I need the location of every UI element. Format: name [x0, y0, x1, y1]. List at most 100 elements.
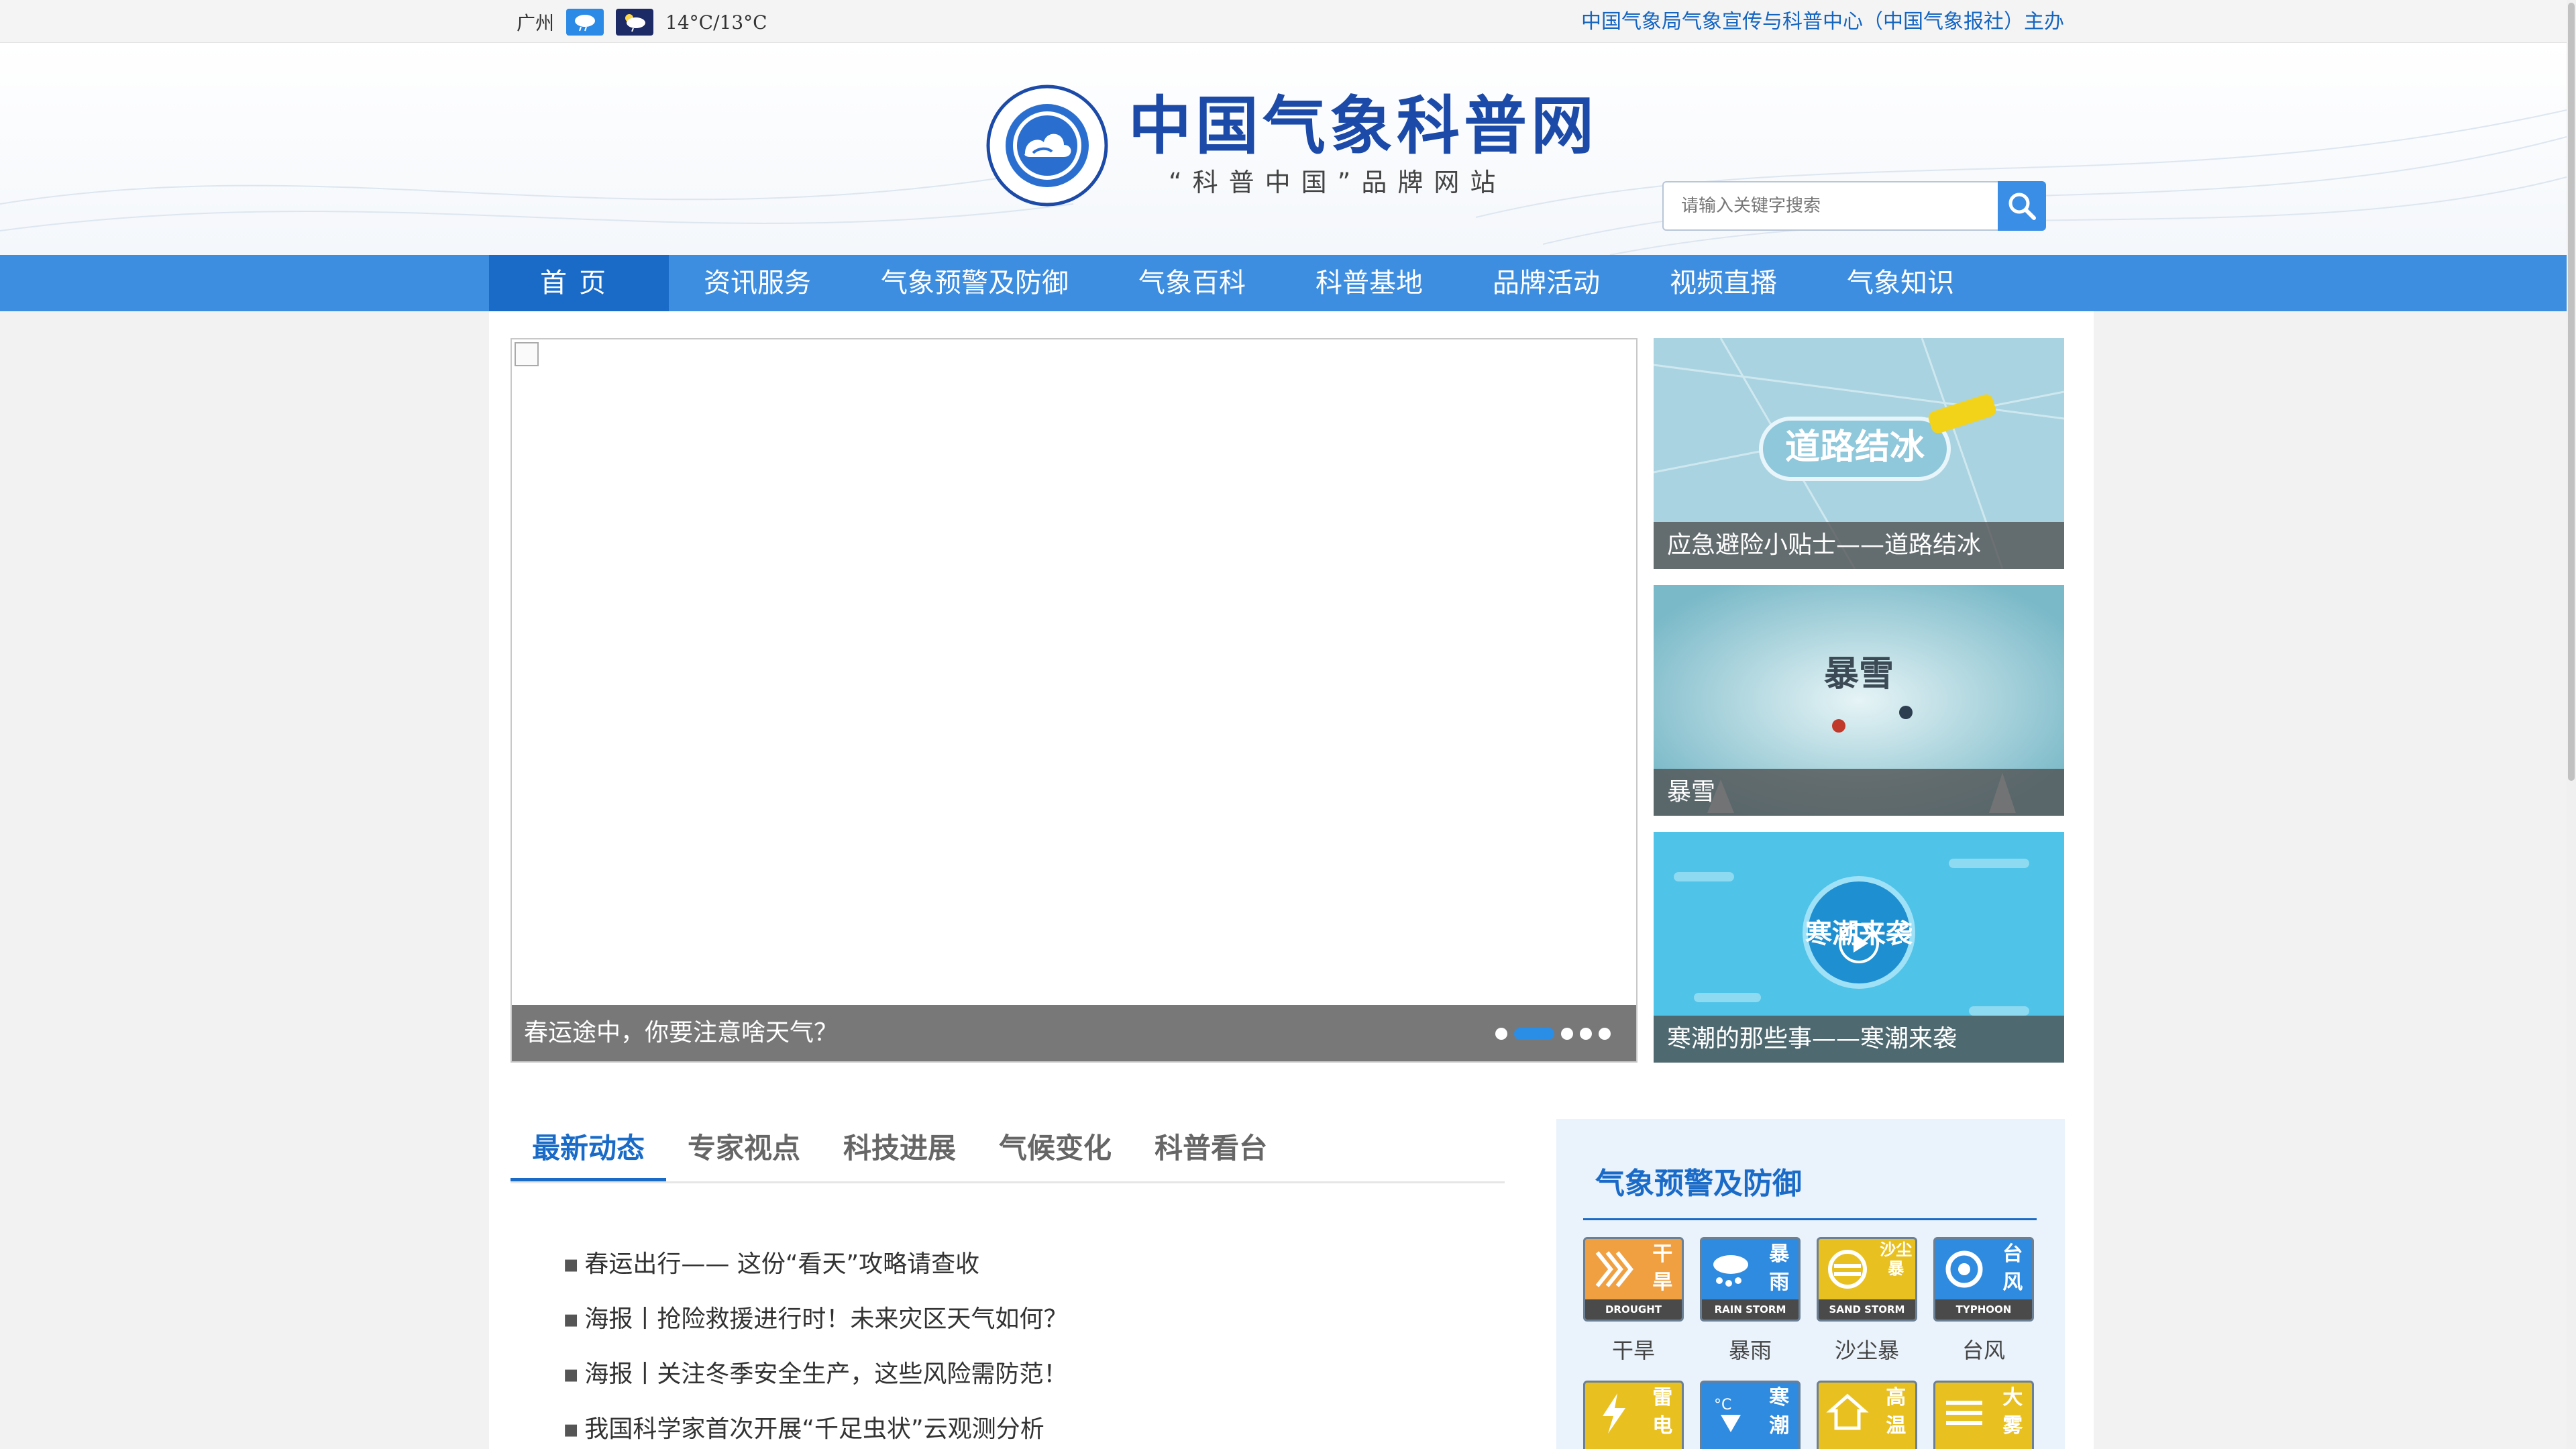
drought-glyph: 干旱	[1652, 1242, 1673, 1294]
fog-warning-icon: 大雾	[1933, 1381, 2034, 1449]
rainstorm-glyph: 暴雨	[1769, 1242, 1790, 1294]
list-item[interactable]: ▪ 春运出行—— 这份“看天”攻略请查收	[563, 1237, 1067, 1292]
tab-science-stage[interactable]: 科普看台	[1133, 1116, 1289, 1181]
search-button[interactable]	[1998, 181, 2046, 231]
bullet-icon: ▪	[563, 1415, 580, 1443]
typhoon-en: TYPHOON	[1935, 1299, 2032, 1320]
sandstorm-glyph: 沙尘暴	[1880, 1240, 1913, 1278]
sandstorm-warning-icon: 沙尘暴 SAND STORM	[1817, 1237, 1917, 1322]
rain-cloud-icon	[566, 9, 604, 36]
nav-item-news-service[interactable]: 资讯服务	[669, 255, 846, 311]
nav-item-knowledge[interactable]: 气象知识	[1812, 255, 1989, 311]
video-caption[interactable]: 应急避险小贴士——道路结冰	[1667, 522, 1981, 569]
warning-item-heat[interactable]: 高温	[1817, 1381, 1917, 1449]
side-video-road-icing[interactable]: 道路结冰 应急避险小贴士——道路结冰	[1654, 338, 2064, 569]
warning-item-fog[interactable]: 大雾	[1933, 1381, 2034, 1449]
list-item[interactable]: ▪ 我国科学家首次开展“千足虫状”云观测分析	[563, 1402, 1067, 1449]
warning-grid: 干旱 DROUGHT 干旱 暴雨 RAIN STORM 暴雨 沙尘暴 SAND …	[1583, 1237, 2039, 1449]
news-list: ▪ 春运出行—— 这份“看天”攻略请查收 ▪ 海报丨抢险救援进行时！未来灾区天气如何…	[563, 1237, 1067, 1449]
typhoon-glyph: 台风	[2002, 1242, 2023, 1294]
tab-latest[interactable]: 最新动态	[511, 1116, 667, 1181]
top-bar: 广州 14°C/13°C 中国气象局气象宣传与科普中心（中国气象报社）主办	[0, 0, 2567, 43]
fog-glyph: 大雾	[2002, 1386, 2023, 1438]
heat-warning-icon: 高温	[1817, 1381, 1917, 1449]
tab-expert-view[interactable]: 专家视点	[666, 1116, 822, 1181]
carousel-dot[interactable]	[1495, 1028, 1507, 1040]
main-nav: 首页 资讯服务 气象预警及防御 气象百科 科普基地 品牌活动 视频直播 气象知识	[0, 255, 2567, 311]
sandstorm-en: SAND STORM	[1819, 1299, 1915, 1320]
nav-item-warning[interactable]: 气象预警及防御	[846, 255, 1104, 311]
side-video-cold-wave[interactable]: 寒潮来袭 寒潮的那些事——寒潮来袭	[1654, 832, 2064, 1063]
search-input[interactable]	[1662, 181, 1998, 231]
broken-image-icon	[515, 342, 539, 366]
bullet-icon: ▪	[563, 1360, 580, 1388]
search-icon	[2008, 193, 2036, 220]
main-carousel[interactable]: 春运途中，你要注意啥天气？	[511, 338, 1638, 1063]
main-content: 春运途中，你要注意啥天气？ 道路结冰 应急避险小贴士——道路结冰 暴雪 暴雪 寒…	[489, 311, 2094, 1449]
drought-warning-icon: 干旱 DROUGHT	[1583, 1237, 1684, 1322]
news-title[interactable]: 春运出行—— 这份“看天”攻略请查收	[584, 1250, 979, 1278]
city-label: 广州	[517, 12, 555, 34]
bullet-icon: ▪	[563, 1250, 580, 1278]
side-video-blizzard[interactable]: 暴雪 暴雪	[1654, 585, 2064, 816]
list-item[interactable]: ▪ 海报丨抢险救援进行时！未来灾区天气如何？	[563, 1292, 1067, 1347]
rainstorm-warning-icon: 暴雨 RAIN STORM	[1700, 1237, 1801, 1322]
carousel-caption-bar: 春运途中，你要注意啥天气？	[512, 1005, 1636, 1061]
carousel-dot[interactable]	[1561, 1028, 1573, 1040]
divider	[1583, 1218, 2037, 1220]
carousel-caption[interactable]: 春运途中，你要注意啥天气？	[524, 1005, 838, 1061]
carousel-dot[interactable]	[1580, 1028, 1592, 1040]
tab-tech-progress[interactable]: 科技进展	[822, 1116, 977, 1181]
warning-item-typhoon[interactable]: 台风 TYPHOON 台风	[1933, 1237, 2034, 1364]
typhoon-warning-icon: 台风 TYPHOON	[1933, 1237, 2034, 1322]
news-tabs: 最新动态 专家视点 科技进展 气候变化 科普看台	[511, 1116, 1505, 1183]
video-caption-bar: 寒潮的那些事——寒潮来袭	[1654, 1016, 2064, 1063]
night-cloud-icon	[616, 9, 654, 36]
nav-item-science-base[interactable]: 科普基地	[1281, 255, 1458, 311]
scrollbar-thumb[interactable]	[2568, 3, 2575, 781]
warning-item-rainstorm[interactable]: 暴雨 RAIN STORM 暴雨	[1700, 1237, 1801, 1364]
warning-label: 暴雨	[1728, 1338, 1772, 1363]
site-logo[interactable]: 中国气象科普网 “科普中国”品牌网站	[985, 83, 1598, 208]
warning-label: 台风	[1962, 1338, 2005, 1363]
warning-item-sandstorm[interactable]: 沙尘暴 SAND STORM 沙尘暴	[1817, 1237, 1917, 1364]
site-title: 中国气象科普网	[1128, 90, 1599, 163]
news-title[interactable]: 海报丨抢险救援进行时！未来灾区天气如何？	[584, 1305, 1067, 1333]
video-caption-bar: 应急避险小贴士——道路结冰	[1654, 522, 2064, 569]
nav-item-home[interactable]: 首页	[489, 255, 669, 311]
warning-item-cold-wave[interactable]: °C 寒潮	[1700, 1381, 1801, 1449]
rainstorm-en: RAIN STORM	[1702, 1299, 1799, 1320]
svg-text:°C: °C	[1714, 1397, 1731, 1413]
warning-item-thunder[interactable]: 雷电	[1583, 1381, 1684, 1449]
thumbnail-title: 道路结冰	[1785, 427, 1925, 468]
carousel-dot[interactable]	[1599, 1028, 1611, 1040]
video-caption-bar: 暴雪	[1654, 769, 2064, 816]
carousel-dot-active[interactable]	[1514, 1028, 1554, 1040]
temperature-label: 14°C/13°C	[665, 11, 767, 34]
tab-climate-change[interactable]: 气候变化	[977, 1116, 1133, 1181]
warning-panel-title[interactable]: 气象预警及防御	[1595, 1159, 1802, 1202]
host-org-link[interactable]: 中国气象局气象宣传与科普中心（中国气象报社）主办	[1581, 8, 2064, 36]
page-scrollbar[interactable]	[2567, 0, 2576, 1449]
warning-panel: 气象预警及防御 干旱 DROUGHT 干旱 暴雨 RAIN STORM 暴雨 沙…	[1556, 1119, 2065, 1449]
cold-wave-warning-icon: °C 寒潮	[1700, 1381, 1801, 1449]
nav-item-brand-events[interactable]: 品牌活动	[1458, 255, 1635, 311]
thumbnail-title: 暴雪	[1824, 654, 1894, 694]
video-caption[interactable]: 暴雪	[1667, 769, 1715, 816]
weather-widget: 广州 14°C/13°C	[517, 8, 767, 36]
news-title[interactable]: 海报丨关注冬季安全生产，这些风险需防范！	[584, 1360, 1067, 1388]
cma-emblem-icon	[986, 85, 1108, 207]
warning-item-drought[interactable]: 干旱 DROUGHT 干旱	[1583, 1237, 1684, 1364]
site-header: 中国气象科普网 “科普中国”品牌网站	[0, 43, 2567, 255]
list-item[interactable]: ▪ 海报丨关注冬季安全生产，这些风险需防范！	[563, 1347, 1067, 1402]
drought-en: DROUGHT	[1585, 1299, 1682, 1320]
cold-wave-glyph: 寒潮	[1769, 1386, 1790, 1438]
heat-glyph: 高温	[1886, 1386, 1907, 1438]
nav-item-encyclopedia[interactable]: 气象百科	[1104, 255, 1281, 311]
lightning-warning-icon: 雷电	[1583, 1381, 1684, 1449]
search-bar	[1662, 181, 2046, 231]
news-title[interactable]: 我国科学家首次开展“千足虫状”云观测分析	[584, 1415, 1044, 1443]
nav-item-video-live[interactable]: 视频直播	[1635, 255, 1812, 311]
warning-label: 沙尘暴	[1834, 1338, 1899, 1363]
video-caption[interactable]: 寒潮的那些事——寒潮来袭	[1667, 1016, 1957, 1063]
